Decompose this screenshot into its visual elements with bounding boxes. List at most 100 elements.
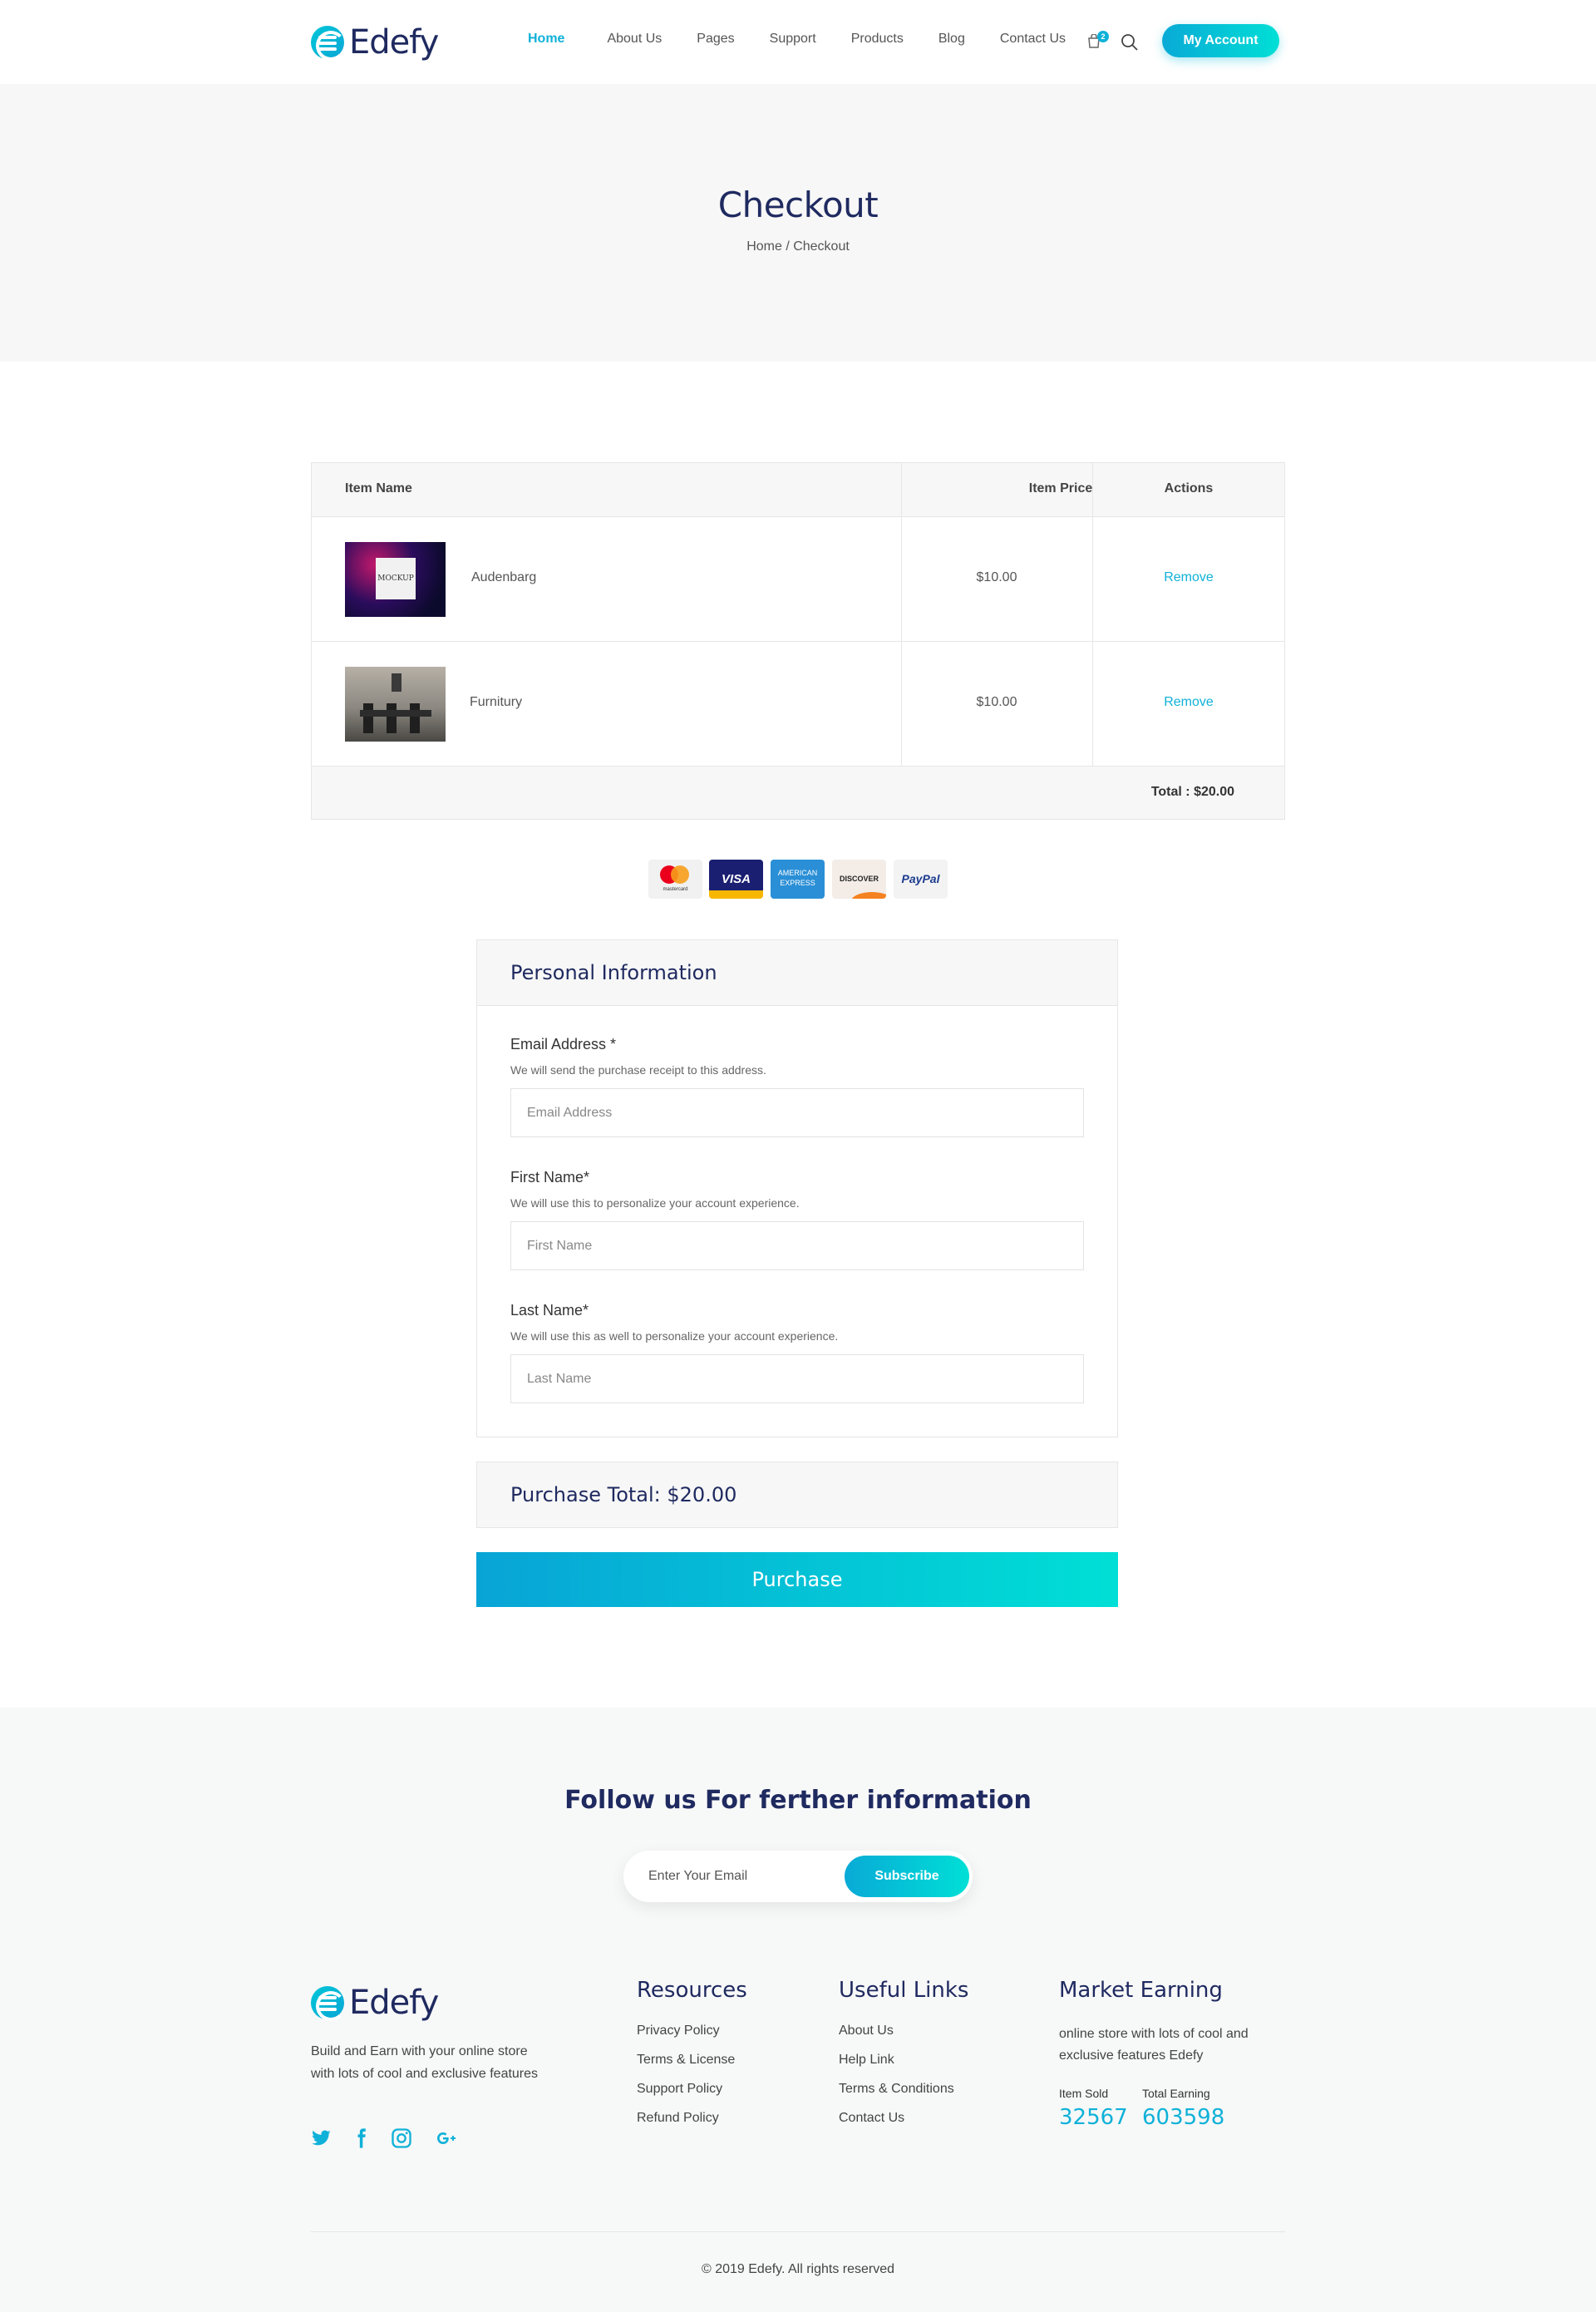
mockup-label: MOCKUP [376, 558, 416, 599]
last-name-field[interactable] [510, 1354, 1084, 1403]
breadcrumb: Home / Checkout [746, 239, 850, 254]
chair-shape [387, 703, 397, 733]
cart-table: Item Name Item Price Actions MOCKUP Aude… [311, 462, 1285, 820]
footer-link-terms-conditions[interactable]: Terms & Conditions [839, 2082, 954, 2111]
nav-pages[interactable]: Pages [697, 32, 734, 47]
purchase-total-box: Purchase Total: $20.00 [476, 1462, 1118, 1528]
nav-contact-us[interactable]: Contact Us [1000, 32, 1066, 47]
mastercard-label: mastercard [663, 887, 688, 892]
item-name: Audenbarg [471, 570, 537, 584]
nav-home[interactable]: Home [528, 32, 564, 47]
nav-support[interactable]: Support [770, 32, 816, 47]
table-shape [360, 710, 431, 717]
purchase-button[interactable]: Purchase [476, 1552, 1118, 1607]
personal-info-header: Personal Information [477, 940, 1117, 1006]
search-icon[interactable] [1121, 33, 1139, 52]
subscribe-form: Subscribe [623, 1851, 973, 1902]
footer-link-about-us[interactable]: About Us [839, 2024, 954, 2053]
resources-links: Privacy Policy Terms & License Support P… [637, 2024, 735, 2140]
mastercard-icon: mastercard [648, 860, 702, 899]
remove-button[interactable]: Remove [1093, 695, 1284, 710]
follow-title: Follow us For ferther information [564, 1786, 1032, 1815]
site-footer: Follow us For ferther information Subscr… [0, 1708, 1596, 2312]
instagram-icon[interactable] [390, 2127, 413, 2150]
footer-link-privacy-policy[interactable]: Privacy Policy [637, 2024, 735, 2053]
footer-link-contact-us[interactable]: Contact Us [839, 2111, 954, 2140]
footer-link-support-policy[interactable]: Support Policy [637, 2082, 735, 2111]
discover-icon: DISCOVER [832, 860, 886, 899]
nav-about-us[interactable]: About Us [607, 32, 662, 47]
first-name-hint: We will use this to personalize your acc… [510, 1196, 800, 1210]
email-label: Email Address * [510, 1036, 617, 1052]
cart-total: Total : $20.00 [1150, 785, 1234, 799]
personal-info-title: Personal Information [510, 961, 717, 984]
column-divider [901, 463, 902, 767]
resources-title: Resources [637, 1978, 747, 2003]
brand-name: Edefy [349, 1984, 439, 2022]
page-banner: Checkout Home / Checkout [0, 84, 1596, 362]
nav-products[interactable]: Products [851, 32, 904, 47]
footer-link-terms-license[interactable]: Terms & License [637, 2053, 735, 2082]
footer-link-help[interactable]: Help Link [839, 2053, 954, 2082]
edefy-logo-icon [311, 26, 346, 61]
chair-shape [363, 703, 373, 733]
remove-button[interactable]: Remove [1093, 570, 1284, 585]
footer-divider [311, 2231, 1285, 2232]
header-item-name: Item Name [345, 481, 412, 495]
copyright-text: © 2019 Edefy. All rights reserved [701, 2262, 895, 2276]
header-actions: Actions [1164, 481, 1214, 495]
subscribe-email-input[interactable] [648, 1867, 831, 1886]
first-name-field[interactable] [510, 1221, 1084, 1270]
cart-table-header: Item Name Item Price Actions [312, 463, 1284, 517]
last-name-hint: We will use this as well to personalize … [510, 1329, 839, 1343]
product-thumbnail[interactable] [345, 667, 446, 742]
product-thumbnail[interactable]: MOCKUP [345, 542, 446, 617]
facebook-icon[interactable] [349, 2127, 372, 2150]
visa-top-band [709, 860, 763, 868]
purchase-total: Purchase Total: $20.00 [510, 1483, 737, 1506]
brand-name: Edefy [349, 23, 439, 62]
total-earning-value: 603598 [1142, 2105, 1225, 2130]
subscribe-button[interactable]: Subscribe [845, 1856, 969, 1897]
amex-icon: AMERICAN EXPRESS [771, 860, 825, 899]
first-name-label: First Name* [510, 1169, 590, 1186]
page-title: Checkout [717, 185, 879, 225]
my-account-button[interactable]: My Account [1162, 24, 1279, 57]
google-plus-icon[interactable] [436, 2127, 459, 2150]
cart-count-badge: 2 [1097, 31, 1109, 42]
footer-about-text: Build and Earn with your online store wi… [311, 2044, 539, 2081]
nav-blog[interactable]: Blog [938, 32, 965, 47]
chair-shape [410, 703, 420, 733]
twitter-icon[interactable] [309, 2127, 332, 2150]
email-hint: We will send the purchase receipt to thi… [510, 1063, 766, 1077]
item-name: Furnitury [470, 695, 523, 709]
last-name-label: Last Name* [510, 1302, 589, 1319]
personal-info-card: Personal Information Email Address * We … [476, 939, 1118, 1437]
lamp-shape [392, 673, 401, 692]
column-divider [1092, 463, 1093, 767]
useful-links-title: Useful Links [839, 1978, 969, 2003]
edefy-logo-icon [311, 1986, 346, 2021]
visa-icon: VISA [709, 860, 763, 899]
table-row: MOCKUP Audenbarg $10.00 Remove [312, 517, 1284, 642]
cart-total-row: Total : $20.00 [312, 767, 1284, 819]
footer-link-refund-policy[interactable]: Refund Policy [637, 2111, 735, 2140]
visa-label: VISA [709, 868, 763, 890]
market-earning-text: online store with lots of cool and exclu… [1059, 2027, 1249, 2063]
item-sold-label: Item Sold [1059, 2087, 1109, 2100]
market-earning-title: Market Earning [1059, 1978, 1223, 2003]
email-field[interactable] [510, 1088, 1084, 1137]
mastercard-orange-circle [671, 865, 689, 884]
paypal-icon: PayPal [894, 860, 948, 899]
visa-bottom-band [709, 890, 763, 899]
main-nav: Home About Us Pages Support Products Blo… [528, 32, 1066, 47]
useful-links: About Us Help Link Terms & Conditions Co… [839, 2024, 954, 2140]
brand-logo[interactable]: Edefy [311, 23, 439, 62]
item-sold-value: 32567 [1059, 2105, 1128, 2130]
total-earning-label: Total Earning [1142, 2087, 1210, 2100]
item-price: $10.00 [976, 695, 1017, 709]
table-row: Furnitury $10.00 Remove [312, 642, 1284, 767]
item-price: $10.00 [976, 570, 1017, 584]
footer-logo[interactable]: Edefy [311, 1984, 439, 2022]
site-header: Edefy Home About Us Pages Support Produc… [0, 0, 1596, 84]
